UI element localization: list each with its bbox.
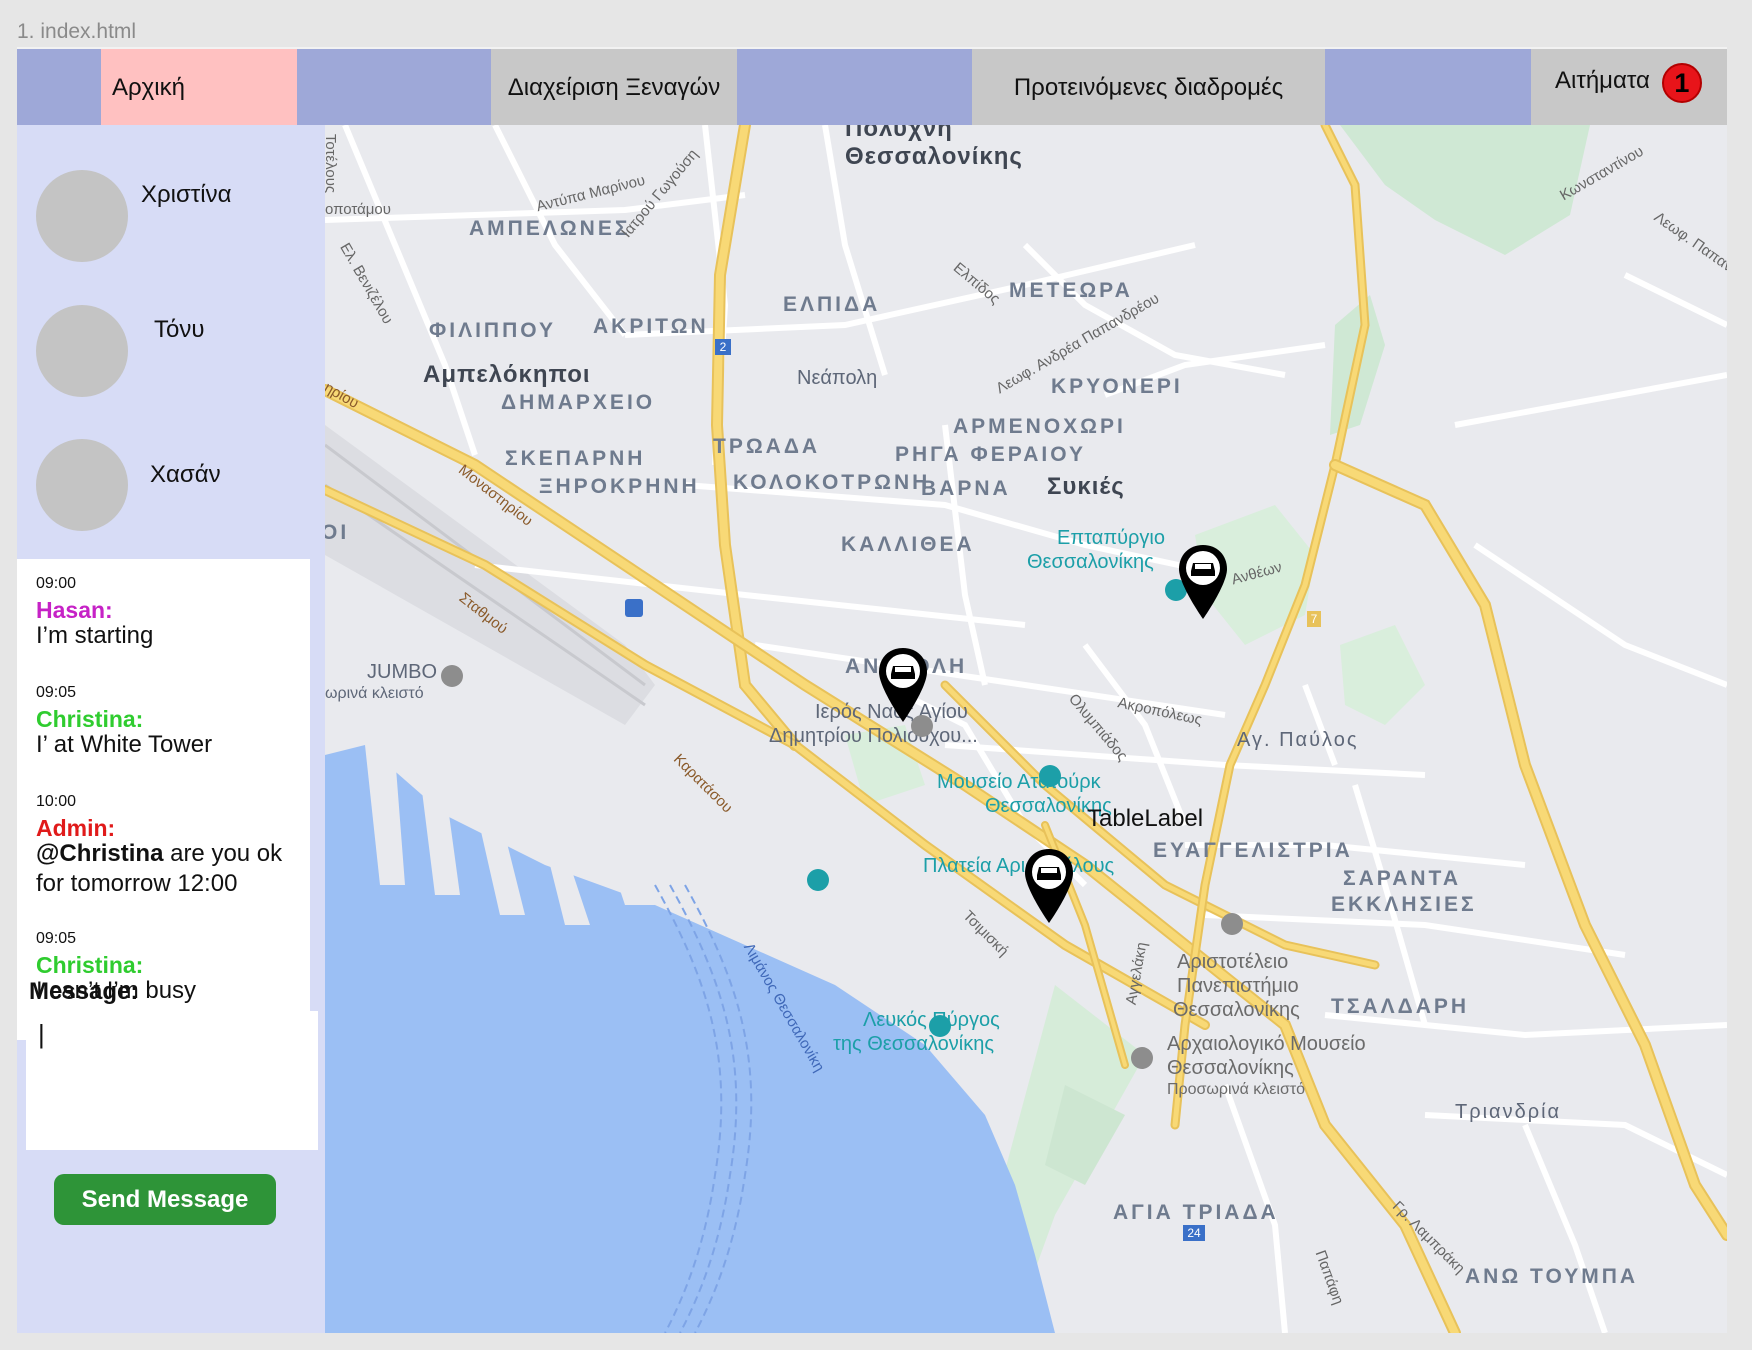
map-label: ΣΚΕΠΑΡΝΗ <box>505 447 646 470</box>
map-label: ΕΚΚΛΗΣΙΕΣ <box>1331 893 1477 916</box>
sidebar: Χριστίνα Τόνυ Χασάν 09:00 Hasan: I’m sta… <box>17 125 325 1333</box>
message-time: 10:00 <box>36 793 77 810</box>
nav-guides-label: Διαχείριση Ξεναγών <box>507 74 721 101</box>
map-label: Θεσσαλονίκης <box>1027 551 1154 573</box>
map-label: Συκιές <box>1047 473 1125 500</box>
map-label: Προσωρινά κλειστό <box>1167 1081 1306 1098</box>
map-label: ΒΑΡΝΑ <box>921 477 1011 500</box>
map-label: ΚΟΛΟΚΟΤΡΩΝΗ <box>733 471 931 494</box>
nav-guides-management[interactable]: Διαχείριση Ξεναγών <box>491 49 737 127</box>
map-label: Τριανδρία <box>1455 1101 1562 1123</box>
map-label: ΡΗΓΑ ΦΕΡΑΙΟΥ <box>895 443 1086 466</box>
user-name[interactable]: Χριστίνα <box>141 181 232 209</box>
map-label: ΔΗΜΑΡΧΕΙΟ <box>501 391 656 414</box>
map-label: ΑΝΩ ΤΟΥΜΠΑ <box>1465 1265 1639 1288</box>
message-text: @Christina are you ok for tomorrow 12:00 <box>36 839 301 899</box>
map-label: ωρινά κλειστό <box>325 685 424 702</box>
user-avatar[interactable] <box>36 439 128 531</box>
map-label: ΕΛΠΙΔΑ <box>783 293 881 316</box>
user-name[interactable]: Τόνυ <box>154 316 205 344</box>
top-navbar: Αρχική Διαχείριση Ξεναγών Προτεινόμενες … <box>17 47 1727 127</box>
nav-requests[interactable]: Αιτήματα 1 <box>1531 49 1727 127</box>
map-label: ΑΜΠΕΛΩΝΕΣ <box>469 217 631 240</box>
map-label: Δημητρίου Πολιούχου... <box>769 725 978 747</box>
map-label: ΣΑΡΑΝΤΑ <box>1343 867 1461 890</box>
message-time: 09:00 <box>36 575 77 592</box>
map-label: Τοτέλους <box>325 133 340 194</box>
message-input[interactable] <box>26 1011 318 1150</box>
map-label: ΞΗΡΟΚΡΗΝΗ <box>539 475 700 498</box>
map-canvas <box>325 125 1727 1333</box>
landmark-icon[interactable] <box>807 869 829 891</box>
map-label: ΜΕΤΕΩΡΑ <box>1009 279 1133 302</box>
message-text: I’ at White Tower <box>36 731 213 758</box>
message-time: 09:05 <box>36 930 77 947</box>
map-label: Θεσσαλονίκης <box>1167 1057 1294 1079</box>
message-label: Message: <box>29 978 139 1005</box>
map-label: Αγ. Παύλος <box>1237 729 1359 751</box>
message-author: Christina: <box>36 952 144 978</box>
message-text: I’m starting <box>36 622 154 649</box>
map-label: Επταπύργιο <box>1057 527 1165 549</box>
museum-icon[interactable] <box>929 1015 951 1037</box>
route-7-shield: 7 <box>1307 611 1321 627</box>
file-label: 1. index.html <box>17 20 137 43</box>
map-label: της Θεσσαλονίκης <box>833 1033 994 1055</box>
map-label: ΑΡΜΕΝΟΧΩΡΙ <box>953 415 1126 438</box>
nav-routes-label: Προτεινόμενες διαδρομές <box>1013 74 1284 101</box>
map-label: ΟΙ <box>325 521 350 544</box>
requests-count-badge: 1 <box>1661 63 1702 103</box>
car-location-pin[interactable] <box>1177 543 1229 621</box>
car-location-pin[interactable] <box>1023 847 1075 925</box>
message-author: Christina: <box>36 706 144 732</box>
map-label: Πλατεία Αριστοτέλους <box>923 855 1115 877</box>
map-label: Νεάπολη <box>797 367 878 389</box>
route-2-shield: 2 <box>715 339 731 355</box>
app-frame: Αρχική Διαχείριση Ξεναγών Προτεινόμενες … <box>17 47 1727 1333</box>
table-label: TableLabel <box>1087 805 1204 832</box>
map[interactable]: Πολυχνη Θεσσαλονίκης ΑΜΠΕΛΩΝΕΣ ΕΛΠΙΔΑ ΜΕ… <box>325 125 1727 1333</box>
message-author: Admin: <box>36 815 116 841</box>
user-avatar[interactable] <box>36 170 128 262</box>
map-label: ΦΙΛΙΠΠΟΥ <box>429 319 557 342</box>
map-label: Θεσσαλονίκης <box>1173 999 1300 1021</box>
map-label: ΚΡΥΟΝΕΡΙ <box>1051 375 1183 398</box>
train-station-icon[interactable] <box>625 599 643 617</box>
museum-icon[interactable] <box>1131 1047 1153 1069</box>
route-24-shield: 24 <box>1183 1225 1205 1241</box>
message-author: Hasan: <box>36 597 113 623</box>
map-label: οποτάμου <box>325 201 391 218</box>
map-label: Αριστοτέλειο <box>1177 951 1289 973</box>
nav-home-label: Αρχική <box>112 74 185 101</box>
map-label: ΑΓΙΑ ΤΡΙΑΔΑ <box>1113 1201 1279 1224</box>
mention: @Christina <box>36 840 164 867</box>
museum-icon[interactable] <box>1039 765 1061 787</box>
map-label: Πολυχνη <box>845 125 953 142</box>
nav-suggested-routes[interactable]: Προτεινόμενες διαδρομές <box>972 49 1325 127</box>
user-avatar[interactable] <box>36 305 128 397</box>
chat-log: 09:00 Hasan: I’m starting 09:05 Christin… <box>17 559 310 1040</box>
shopping-icon[interactable] <box>441 665 463 687</box>
university-icon[interactable] <box>1221 913 1243 935</box>
nav-home[interactable]: Αρχική <box>101 49 297 127</box>
user-name[interactable]: Χασάν <box>150 461 221 489</box>
map-label: Πανεπιστήμιο <box>1177 975 1299 997</box>
map-label: Αρχαιολογικό Μουσείο <box>1167 1033 1366 1055</box>
message-time: 09:05 <box>36 684 77 701</box>
map-label: ΕΥΑΓΓΕΛΙΣΤΡΙΑ <box>1153 839 1353 862</box>
map-label: Αμπελόκηποι <box>423 361 591 388</box>
map-label: ΤΣΑΛΔΑΡΗ <box>1331 995 1470 1018</box>
nav-requests-label: Αιτήματα <box>1555 67 1650 94</box>
map-label: Θεσσαλονίκης <box>845 143 1023 170</box>
send-message-button[interactable]: Send Message <box>54 1174 276 1225</box>
map-label: ΚΑΛΛΙΘΕΑ <box>841 533 975 556</box>
map-label: JUMBO <box>367 661 437 683</box>
map-label: Μουσείο Ατατούρκ <box>937 771 1101 793</box>
car-location-pin[interactable] <box>877 646 929 724</box>
map-label: ΑΚΡΙΤΩΝ <box>593 315 709 338</box>
map-label: ΤΡΩΑΔΑ <box>713 435 821 458</box>
